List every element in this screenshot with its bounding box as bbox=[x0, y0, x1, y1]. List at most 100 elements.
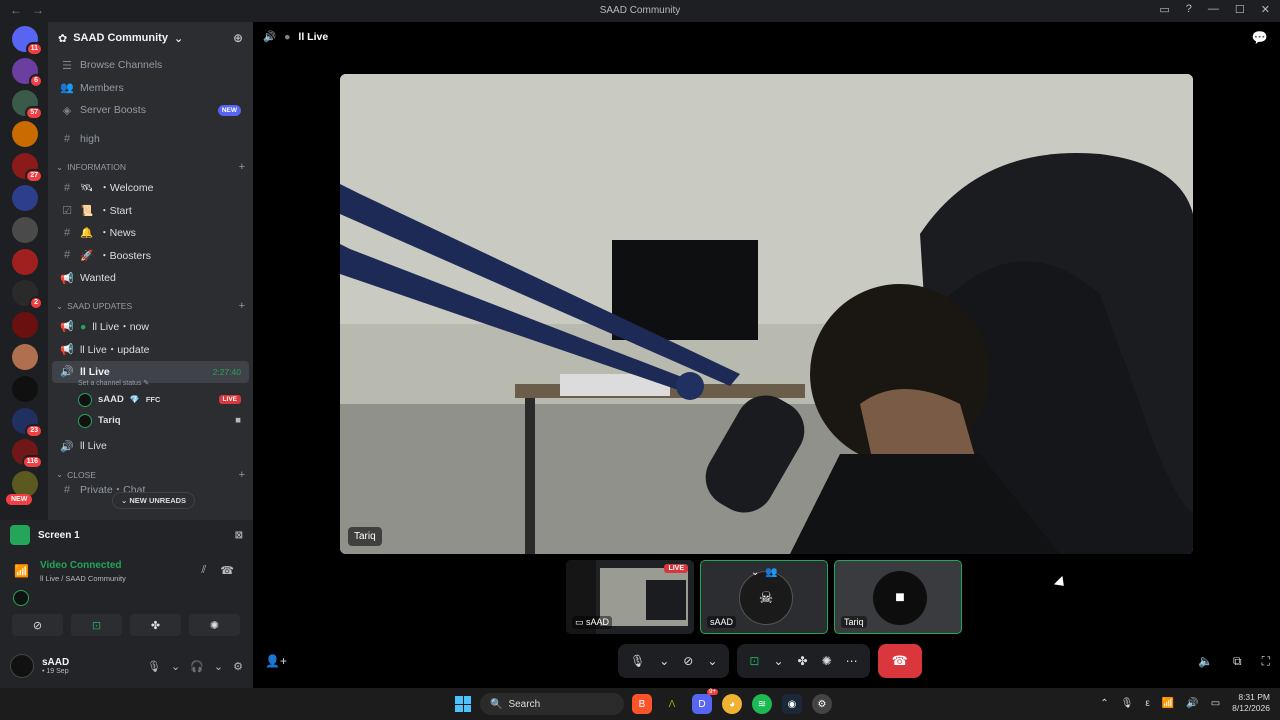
server-icon[interactable]: 116 bbox=[12, 439, 43, 470]
tile-user-tariq[interactable]: ■ Tariq bbox=[834, 560, 962, 634]
activities-icon[interactable]: ✤ bbox=[798, 654, 808, 668]
server-icon[interactable] bbox=[12, 185, 38, 211]
noise-suppression-icon[interactable]: ⫽ bbox=[201, 564, 206, 577]
settings-app-icon[interactable]: ⚙ bbox=[812, 694, 832, 714]
avatar[interactable] bbox=[10, 654, 34, 678]
inbox-icon[interactable]: ▭ bbox=[1159, 3, 1169, 16]
steam-icon[interactable]: ◉ bbox=[782, 694, 802, 714]
members[interactable]: 👥 Members bbox=[52, 77, 249, 100]
main-video[interactable]: Tariq bbox=[340, 74, 1193, 554]
browse-channels[interactable]: ☰ Browse Channels bbox=[52, 54, 249, 77]
chat-app-icon[interactable]: ◕ bbox=[722, 694, 742, 714]
new-unreads-label: NEW UNREADS bbox=[129, 496, 187, 505]
speaker-icon[interactable]: 🔊 bbox=[1186, 698, 1198, 709]
battery-icon[interactable]: ▭ bbox=[1211, 698, 1220, 709]
spotify-icon[interactable]: ≋ bbox=[752, 694, 772, 714]
channel-start[interactable]: ☑ 📜 ・Start bbox=[52, 199, 249, 222]
channel-boosters[interactable]: # 🚀 ・Boosters bbox=[52, 244, 249, 267]
voice-user-saad[interactable]: sAAD 💎 FFC LIVE bbox=[48, 389, 253, 410]
create-channel-icon[interactable]: + bbox=[239, 161, 245, 173]
server-icon[interactable]: 6 bbox=[12, 57, 43, 88]
screen-share-bar[interactable]: Screen 1 ⊠ bbox=[10, 524, 243, 546]
add-people-icon[interactable]: 👥 bbox=[765, 567, 777, 578]
disconnect-button[interactable]: ☎ bbox=[877, 644, 922, 678]
voice-stage: 🔊 ● ll Live 💬 Tariq LIVE ▭ sAAD ☠ ⌄ 👥 sA… bbox=[253, 22, 1280, 688]
microphone-icon[interactable]: 🎙 bbox=[147, 660, 161, 673]
taskbar-search[interactable]: 🔍 Search bbox=[480, 693, 624, 715]
category-close[interactable]: ⌄ CLOSE + bbox=[48, 466, 253, 484]
microphone-icon[interactable]: 🎙 bbox=[1121, 698, 1134, 709]
wifi-icon[interactable]: 📶 bbox=[1162, 698, 1174, 709]
chevron-down-icon[interactable]: ⌄ bbox=[214, 660, 223, 673]
soundboard-button[interactable]: ✺ bbox=[189, 614, 240, 636]
stop-share-icon[interactable]: ⊠ bbox=[235, 530, 243, 541]
language-icon[interactable]: ε bbox=[1145, 698, 1149, 709]
server-icon[interactable]: 27 bbox=[12, 153, 43, 184]
chevron-down-icon[interactable]: ⌄ bbox=[659, 654, 669, 668]
chevron-up-icon[interactable]: ⌃ bbox=[1100, 698, 1108, 709]
camera-off-icon[interactable]: ⊘ bbox=[683, 654, 693, 668]
soundboard-icon[interactable]: ✺ bbox=[822, 654, 832, 668]
tile-user-saad[interactable]: ☠ ⌄ 👥 sAAD bbox=[700, 560, 828, 634]
disconnect-icon[interactable]: ☎ bbox=[220, 564, 234, 577]
microphone-icon[interactable]: 🎙 bbox=[630, 654, 645, 668]
chevron-down-icon[interactable]: ⌄ bbox=[707, 654, 717, 668]
brave-icon[interactable]: B bbox=[632, 694, 652, 714]
category-updates[interactable]: ⌄ SAAD UPDATES + bbox=[48, 297, 253, 315]
screen-share-icon[interactable]: ⊡ bbox=[749, 654, 759, 668]
server-icon[interactable] bbox=[12, 216, 38, 243]
maximize-button[interactable]: ☐ bbox=[1235, 3, 1245, 16]
gear-icon[interactable]: ⚙ bbox=[233, 660, 243, 673]
volume-icon[interactable]: 🔈 bbox=[1198, 654, 1213, 669]
camera-off-button[interactable]: ⊘ bbox=[12, 614, 63, 636]
more-icon[interactable]: ⋯ bbox=[846, 654, 858, 668]
category-information[interactable]: ⌄ INFORMATION + bbox=[48, 158, 253, 176]
invite-icon[interactable]: ⊕ bbox=[233, 31, 243, 45]
user-info[interactable]: sAAD • 19 Sep bbox=[42, 657, 69, 675]
server-header[interactable]: ✿ SAAD Community ⌄ ⊕ bbox=[48, 22, 253, 54]
server-icon[interactable] bbox=[12, 312, 38, 339]
voice-channel-live-2[interactable]: 🔊 ll Live bbox=[52, 435, 249, 458]
fullscreen-icon[interactable]: ⛶ bbox=[1262, 654, 1270, 669]
create-channel-icon[interactable]: + bbox=[239, 300, 245, 312]
channel-welcome[interactable]: # 🛰 ・Welcome bbox=[52, 176, 249, 199]
server-boosts[interactable]: ◈ Server Boosts NEW bbox=[52, 99, 249, 122]
chevron-down-icon[interactable]: ⌄ bbox=[171, 660, 180, 673]
close-button[interactable]: ✕ bbox=[1261, 3, 1270, 16]
help-icon[interactable]: ? bbox=[1186, 3, 1192, 16]
channel-status[interactable]: Set a channel status ✎ bbox=[48, 379, 253, 389]
server-icon[interactable] bbox=[12, 344, 38, 370]
chevron-down-icon[interactable]: ⌄ bbox=[773, 654, 783, 668]
new-unreads-button[interactable]: ⌄ NEW UNREADS bbox=[112, 492, 196, 509]
channel-news[interactable]: # 🔔 ・News bbox=[52, 222, 249, 245]
minimize-button[interactable]: — bbox=[1208, 3, 1219, 16]
connection-location[interactable]: ll Live / SAAD Community bbox=[40, 574, 126, 583]
signal-icon[interactable]: 📶 bbox=[14, 564, 29, 578]
voice-user-tariq[interactable]: Tariq ■ bbox=[48, 410, 253, 431]
server-icon[interactable]: 11 bbox=[12, 26, 43, 56]
tile-stream-saad[interactable]: LIVE ▭ sAAD bbox=[566, 560, 694, 634]
connection-status[interactable]: Video Connected bbox=[40, 560, 122, 571]
channel-wanted[interactable]: 📢 Wanted bbox=[52, 267, 249, 290]
server-icon[interactable]: 23 bbox=[12, 407, 43, 438]
server-icon[interactable]: 2 bbox=[12, 280, 43, 311]
channel-live-now[interactable]: 📢 ● ll Live・now bbox=[52, 315, 249, 338]
server-icon[interactable] bbox=[12, 248, 38, 275]
activities-button[interactable]: ✤ bbox=[130, 614, 181, 636]
server-icon[interactable] bbox=[12, 375, 38, 402]
windows-start-icon[interactable] bbox=[455, 696, 471, 712]
discord-icon[interactable]: D 9+ bbox=[692, 689, 718, 714]
server-icon[interactable] bbox=[12, 121, 38, 148]
popout-icon[interactable]: ⧉ bbox=[1233, 654, 1242, 669]
create-channel-icon[interactable]: + bbox=[239, 469, 245, 481]
headphones-icon[interactable]: 🎧 bbox=[190, 660, 204, 673]
invite-to-call-icon[interactable]: 👤+ bbox=[265, 654, 287, 668]
channel-high[interactable]: # high bbox=[52, 128, 249, 151]
chevron-down-icon[interactable]: ⌄ bbox=[751, 567, 759, 578]
server-icon[interactable]: 57 bbox=[12, 89, 43, 120]
chat-icon[interactable]: 💬 bbox=[1252, 30, 1268, 46]
screen-share-button[interactable]: ⊡ bbox=[71, 614, 122, 636]
clock[interactable]: 8:31 PM 8/12/2026 bbox=[1232, 692, 1270, 714]
channel-live-update[interactable]: 📢 ll Live・update bbox=[52, 338, 249, 361]
nvidia-icon[interactable]: Λ bbox=[662, 694, 682, 714]
